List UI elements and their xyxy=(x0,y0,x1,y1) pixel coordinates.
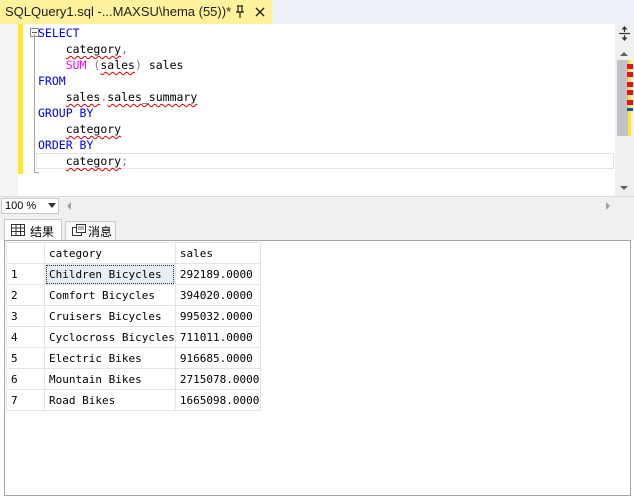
error-marker xyxy=(627,82,633,87)
code-token: sales xyxy=(141,58,184,72)
code-token: ORDER BY xyxy=(38,138,94,152)
category-cell[interactable]: Road Bikes xyxy=(44,389,176,411)
code-token: , xyxy=(121,42,129,56)
code-line[interactable]: ORDER BY xyxy=(38,137,197,153)
table-row[interactable]: 3 Cruisers Bicycles 995032.0000 xyxy=(6,305,261,327)
row-number-cell[interactable]: 1 xyxy=(6,263,45,285)
sales-cell[interactable]: 292189.0000 xyxy=(174,263,261,285)
sql-code[interactable]: SELECT category, SUM (sales) sales FROM s… xyxy=(38,25,197,169)
category-cell[interactable]: Mountain Bikes xyxy=(44,368,176,390)
code-token: sales xyxy=(100,58,135,72)
code-line[interactable]: FROM xyxy=(38,73,197,89)
code-token: category xyxy=(65,42,122,56)
error-marker xyxy=(627,90,633,95)
code-token: category xyxy=(65,154,122,168)
document-tab-bar: SQLQuery1.sql -...MAXSU\hema (55))* xyxy=(0,0,634,24)
error-marker xyxy=(627,72,633,77)
document-tab-title: SQLQuery1.sql -...MAXSU\hema (55))* xyxy=(5,4,232,19)
category-cell[interactable]: Electric Bikes xyxy=(44,347,176,369)
results-body: 1 Children Bicycles 292189.0000 2 Comfort Bi… xyxy=(6,263,261,411)
changed-lines-margin xyxy=(18,24,23,174)
results-grid[interactable]: category sales 1 Children Bicycles 292189.… xyxy=(4,240,631,496)
code-token: ) xyxy=(134,58,142,72)
code-line[interactable]: category, xyxy=(38,41,197,57)
row-number-cell[interactable]: 5 xyxy=(6,347,45,369)
tab-messages-label: 消息 xyxy=(88,225,113,239)
table-row[interactable]: 1 Children Bicycles 292189.0000 xyxy=(6,263,261,285)
scroll-down-icon[interactable] xyxy=(618,182,630,194)
sales-cell[interactable]: 711011.0000 xyxy=(174,326,261,348)
column-header-category[interactable]: category xyxy=(44,242,176,264)
category-cell[interactable]: Children Bicycles xyxy=(44,263,176,285)
column-header-sales[interactable]: sales xyxy=(174,242,261,264)
code-token: sales_summary xyxy=(107,90,198,104)
code-token: category xyxy=(65,122,122,136)
code-token: ; xyxy=(121,154,129,168)
error-marker xyxy=(627,100,633,105)
outline-line xyxy=(34,34,35,172)
sales-cell[interactable]: 2715078.0000 xyxy=(174,368,261,390)
outline-end xyxy=(34,172,39,173)
sales-cell[interactable]: 1665098.0000 xyxy=(174,389,261,411)
code-token: FROM xyxy=(38,74,66,88)
code-line[interactable]: SELECT xyxy=(38,25,197,41)
table-row[interactable]: 7 Road Bikes 1665098.0000 xyxy=(6,389,261,411)
scroll-right-icon[interactable] xyxy=(604,201,612,211)
code-line[interactable]: sales.sales_summary xyxy=(38,89,198,105)
code-token: sales xyxy=(65,90,101,104)
row-number-header[interactable] xyxy=(6,242,45,264)
code-line[interactable]: category; xyxy=(38,153,197,169)
caret-marker xyxy=(627,108,633,111)
code-token: SELECT xyxy=(38,26,80,40)
grid-icon xyxy=(11,224,25,236)
results-table: category sales 1 Children Bicycles 292189.… xyxy=(6,242,261,411)
close-icon[interactable] xyxy=(253,4,267,20)
zoom-dropdown[interactable]: 100 % xyxy=(1,198,59,214)
row-number-cell[interactable]: 7 xyxy=(6,389,45,411)
sales-cell[interactable]: 995032.0000 xyxy=(174,305,261,327)
category-cell[interactable]: Cruisers Bicycles xyxy=(44,305,176,327)
scroll-left-icon[interactable] xyxy=(65,201,73,211)
messages-icon xyxy=(72,224,86,236)
document-tab[interactable]: SQLQuery1.sql -...MAXSU\hema (55))* xyxy=(0,0,272,24)
tab-messages[interactable]: 消息 xyxy=(65,221,116,240)
row-number-cell[interactable]: 3 xyxy=(6,305,45,327)
code-line[interactable]: GROUP BY xyxy=(38,105,197,121)
scroll-up-icon[interactable] xyxy=(618,48,630,60)
code-line[interactable]: category xyxy=(38,121,197,137)
row-number-cell[interactable]: 2 xyxy=(6,284,45,306)
category-cell[interactable]: Comfort Bicycles xyxy=(44,284,176,306)
row-number-cell[interactable]: 6 xyxy=(6,368,45,390)
header-row: category sales xyxy=(6,242,261,264)
code-token: SUM xyxy=(65,58,87,72)
tab-results-label: 结果 xyxy=(30,225,55,239)
tab-results[interactable]: 结果 xyxy=(4,219,62,241)
query-editor[interactable]: SELECT category, SUM (sales) sales FROM s… xyxy=(0,24,634,196)
table-row[interactable]: 6 Mountain Bikes 2715078.0000 xyxy=(6,368,261,390)
split-editor-icon[interactable] xyxy=(617,25,632,42)
table-row[interactable]: 2 Comfort Bicycles 394020.0000 xyxy=(6,284,261,306)
chevron-down-icon xyxy=(48,203,56,208)
zoom-bar: 100 % xyxy=(0,196,634,214)
results-tab-strip: 结果 消息 xyxy=(0,214,634,241)
code-token: ( xyxy=(86,58,101,72)
code-line[interactable]: SUM (sales) sales xyxy=(38,57,197,73)
table-row[interactable]: 5 Electric Bikes 916685.0000 xyxy=(6,347,261,369)
table-row[interactable]: 4 Cyclocross Bicycles 711011.0000 xyxy=(6,326,261,348)
pin-icon[interactable] xyxy=(233,4,247,20)
code-token: GROUP BY xyxy=(38,106,94,120)
sales-cell[interactable]: 394020.0000 xyxy=(174,284,261,306)
sales-cell[interactable]: 916685.0000 xyxy=(174,347,261,369)
category-cell[interactable]: Cyclocross Bicycles xyxy=(44,326,176,348)
zoom-level: 100 % xyxy=(5,200,37,212)
row-number-cell[interactable]: 4 xyxy=(6,326,45,348)
error-marker xyxy=(627,64,633,69)
editor-gutter xyxy=(0,24,18,196)
